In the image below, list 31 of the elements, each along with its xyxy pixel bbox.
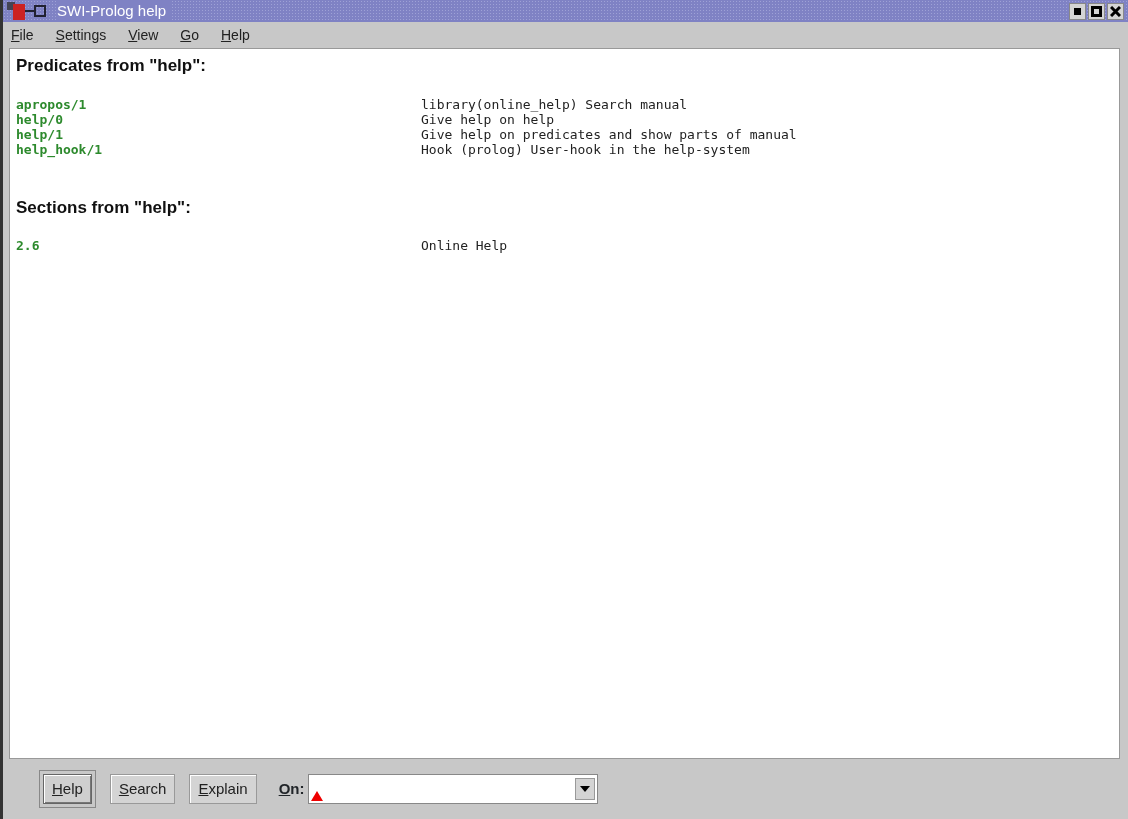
result-link[interactable]: help/0 <box>16 111 421 127</box>
close-button[interactable] <box>1107 2 1124 20</box>
square-icon <box>1074 7 1081 15</box>
menu-item[interactable]: View <box>128 24 159 46</box>
result-link[interactable]: apropos/1 <box>16 96 421 112</box>
section-heading: Predicates from "help": <box>16 55 207 77</box>
minimize-button[interactable] <box>1069 2 1086 20</box>
field-label: On: <box>278 778 305 799</box>
caret-icon <box>311 791 324 801</box>
close-icon <box>1110 5 1121 17</box>
result-description: Hook (prolog) User-hook in the help-system <box>421 141 750 157</box>
menu-item[interactable]: Help <box>220 24 250 46</box>
result-description: Give help on help <box>421 111 555 127</box>
down-arrow-icon <box>580 786 591 792</box>
result-description: library(online_help) Search manual <box>421 96 688 112</box>
result-link[interactable]: help_hook/1 <box>16 141 421 157</box>
menu-item[interactable]: File <box>11 24 34 46</box>
section-heading: Sections from "help": <box>16 196 192 219</box>
menu-item[interactable]: Settings <box>55 24 107 46</box>
dropdown-button[interactable] <box>575 778 596 800</box>
maximize-icon <box>1091 5 1102 17</box>
window-title: SWI-Prolog help <box>57 0 171 23</box>
action-button[interactable]: Explain <box>189 773 257 805</box>
topic-combo-field[interactable] <box>308 774 599 804</box>
maximize-button[interactable] <box>1088 2 1105 20</box>
action-button[interactable]: Search <box>109 773 176 805</box>
result-description: Give help on predicates and show parts of manual <box>421 126 797 142</box>
result-link[interactable]: 2.6 <box>16 238 421 253</box>
result-description: Online Help <box>421 238 508 253</box>
result-link[interactable]: help/1 <box>16 126 421 142</box>
menu-item[interactable]: Go <box>180 24 199 46</box>
